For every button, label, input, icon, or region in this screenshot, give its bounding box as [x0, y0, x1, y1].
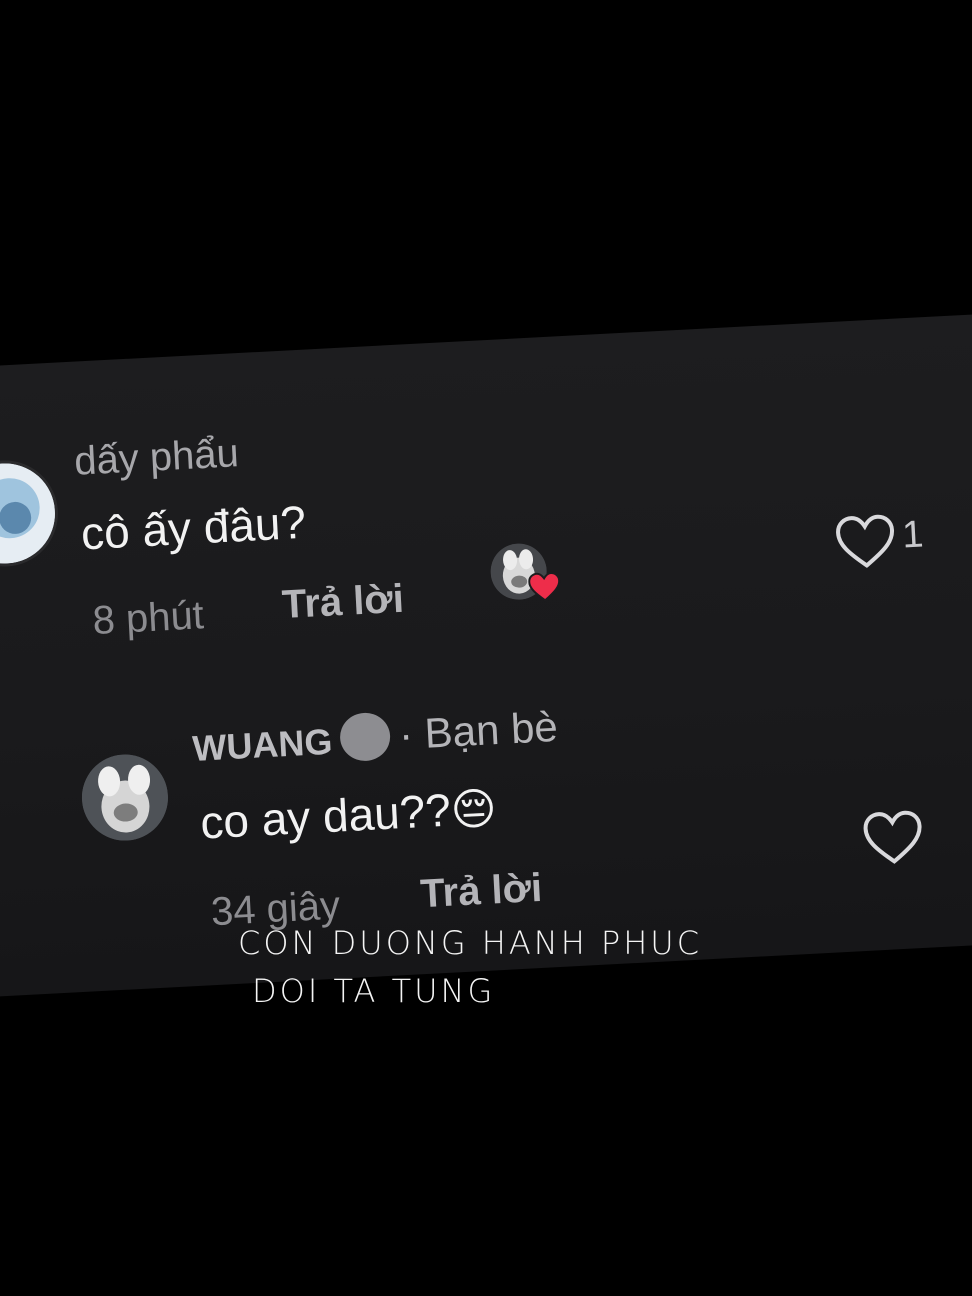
like-heart-icon[interactable]	[833, 512, 898, 571]
avatar-commenter-1[interactable]	[0, 457, 61, 570]
like-heart-icon-2[interactable]	[861, 808, 926, 867]
lyric-caption-line-1: CON DUONG HANH PHUC	[238, 924, 703, 962]
comment-panel: dấy phẩu cô ấy đâu? 8 phút Trả lời 1 WUA…	[0, 313, 972, 997]
reply-text: co ay dau??😔	[199, 780, 498, 849]
commenter-username[interactable]: dấy phẩu	[73, 431, 240, 485]
comment-text: cô ấy đâu?	[79, 495, 308, 560]
reply-button-2[interactable]: Trả lời	[419, 866, 543, 917]
friend-label: · Bạn bè	[397, 702, 559, 759]
creator-heart-badge-icon	[528, 571, 561, 602]
avatar-commenter-2[interactable]	[79, 752, 171, 843]
comment-item-1: dấy phẩu cô ấy đâu? 8 phút Trả lời 1	[0, 313, 972, 666]
pensive-face-icon: 😔	[449, 784, 498, 836]
reply-text-body: co ay dau??	[199, 783, 453, 849]
like-count: 1	[901, 513, 925, 557]
reply-username[interactable]: WUANG	[191, 721, 333, 770]
judo-uniform-icon	[338, 711, 392, 763]
comment-timestamp: 8 phút	[91, 593, 205, 643]
reply-button[interactable]: Trả lời	[281, 577, 405, 628]
lyric-caption-line-2: DOI TA TUNG	[252, 972, 496, 1010]
